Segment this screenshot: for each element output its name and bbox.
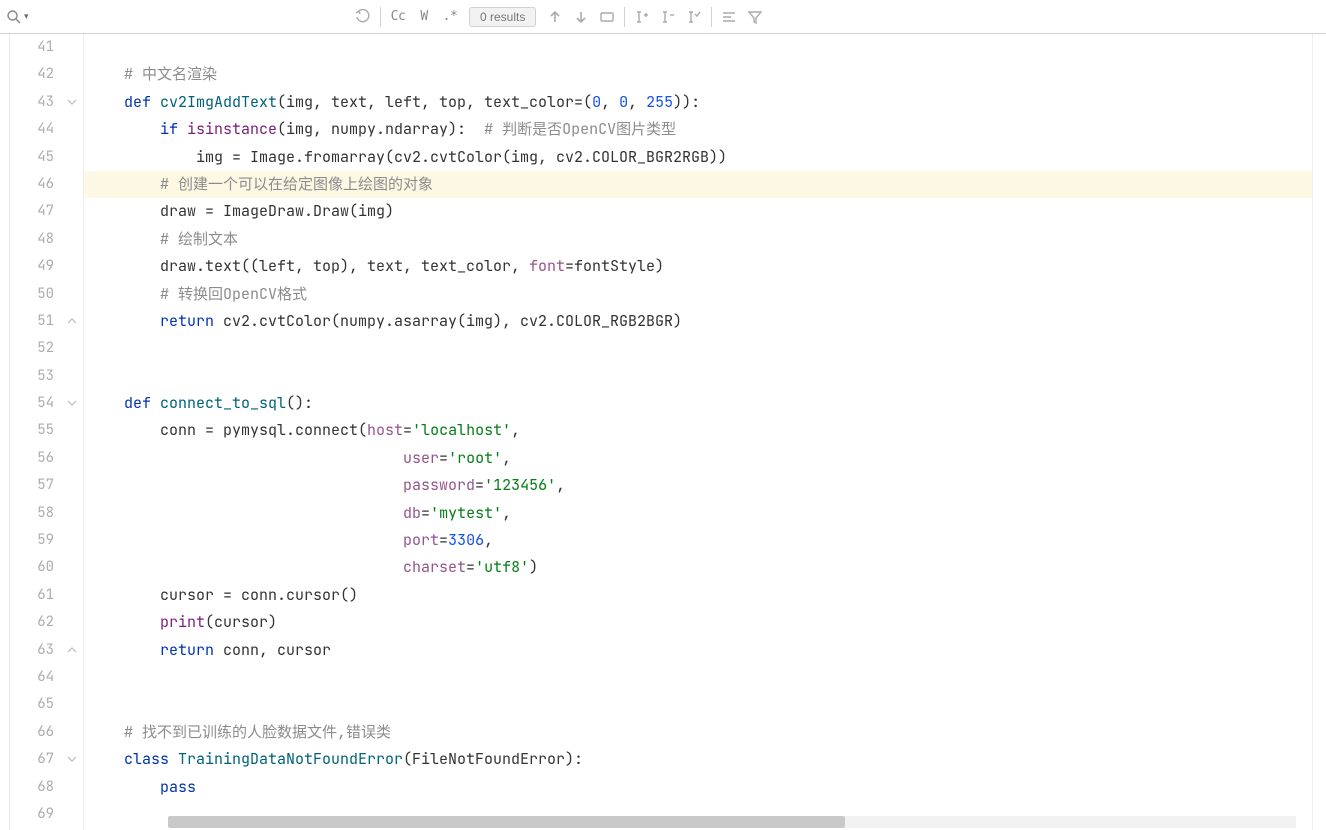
- code-line[interactable]: user='root',: [84, 445, 1312, 472]
- code-line[interactable]: # 创建一个可以在给定图像上绘图的对象: [84, 171, 1312, 198]
- find-toolbar: ▾ Cc W .* 0 results: [0, 0, 1326, 34]
- select-all-icon[interactable]: [594, 4, 620, 30]
- line-number: 45: [10, 144, 64, 171]
- prev-match-icon[interactable]: [542, 4, 568, 30]
- line-number: 41: [10, 34, 64, 61]
- previous-search-icon[interactable]: [350, 4, 376, 30]
- code-line[interactable]: charset='utf8'): [84, 554, 1312, 581]
- results-count: 0 results: [469, 7, 536, 27]
- line-number: 61: [10, 582, 64, 609]
- line-number: 56: [10, 445, 64, 472]
- line-number: 55: [10, 417, 64, 444]
- search-icon: [6, 9, 22, 25]
- line-number: 54: [10, 390, 64, 417]
- code-line[interactable]: # 中文名渲染: [84, 61, 1312, 88]
- line-number: 44: [10, 116, 64, 143]
- next-match-icon[interactable]: [568, 4, 594, 30]
- code-line[interactable]: class TrainingDataNotFoundError(FileNotF…: [84, 746, 1312, 773]
- fold-column[interactable]: [64, 34, 84, 830]
- line-number: 47: [10, 198, 64, 225]
- line-number: 58: [10, 500, 64, 527]
- code-line[interactable]: password='123456',: [84, 472, 1312, 499]
- line-number: 63: [10, 637, 64, 664]
- line-number: 65: [10, 691, 64, 718]
- code-area[interactable]: # 中文名渲染 def cv2ImgAddText(img, text, lef…: [84, 34, 1312, 830]
- code-line[interactable]: [84, 801, 1312, 828]
- code-line[interactable]: return cv2.cvtColor(numpy.asarray(img), …: [84, 308, 1312, 335]
- fold-close-icon[interactable]: [67, 316, 77, 329]
- code-line[interactable]: [84, 691, 1312, 718]
- code-line[interactable]: draw = ImageDraw.Draw(img): [84, 198, 1312, 225]
- line-number: 59: [10, 527, 64, 554]
- code-line[interactable]: [84, 335, 1312, 362]
- minimap-stripe[interactable]: [1312, 34, 1326, 830]
- fold-close-icon[interactable]: [67, 645, 77, 658]
- code-editor[interactable]: 4142434445464748495051525354555657585960…: [0, 34, 1326, 830]
- line-number: 66: [10, 719, 64, 746]
- line-number: 51: [10, 308, 64, 335]
- line-number: 49: [10, 253, 64, 280]
- separator: [624, 7, 625, 27]
- code-line[interactable]: port=3306,: [84, 527, 1312, 554]
- line-number: 67: [10, 746, 64, 773]
- separator: [711, 7, 712, 27]
- line-number: 68: [10, 774, 64, 801]
- remove-selection-icon[interactable]: [655, 4, 681, 30]
- code-line[interactable]: # 找不到已训练的人脸数据文件,错误类: [84, 719, 1312, 746]
- code-line[interactable]: def connect_to_sql():: [84, 390, 1312, 417]
- words-button[interactable]: W: [411, 4, 437, 30]
- code-line[interactable]: pass: [84, 774, 1312, 801]
- search-dropdown-caret[interactable]: ▾: [24, 11, 29, 22]
- fold-open-icon[interactable]: [67, 398, 77, 411]
- code-line[interactable]: [84, 34, 1312, 61]
- separator: [380, 7, 381, 27]
- code-line[interactable]: cursor = conn.cursor(): [84, 582, 1312, 609]
- code-line[interactable]: # 绘制文本: [84, 226, 1312, 253]
- line-number-gutter: 4142434445464748495051525354555657585960…: [10, 34, 64, 830]
- code-line[interactable]: # 转换回OpenCV格式: [84, 281, 1312, 308]
- line-number: 60: [10, 554, 64, 581]
- line-number: 42: [10, 61, 64, 88]
- code-line[interactable]: [84, 664, 1312, 691]
- code-line[interactable]: conn = pymysql.connect(host='localhost',: [84, 417, 1312, 444]
- match-case-button[interactable]: Cc: [385, 4, 411, 30]
- code-line[interactable]: if isinstance(img, numpy.ndarray): # 判断是…: [84, 116, 1312, 143]
- line-number: 48: [10, 226, 64, 253]
- code-line[interactable]: print(cursor): [84, 609, 1312, 636]
- select-all-occurrences-icon[interactable]: [681, 4, 707, 30]
- search-input-area[interactable]: ▾: [0, 0, 350, 33]
- line-number: 62: [10, 609, 64, 636]
- code-line[interactable]: draw.text((left, top), text, text_color,…: [84, 253, 1312, 280]
- fold-open-icon[interactable]: [67, 754, 77, 767]
- line-number: 50: [10, 281, 64, 308]
- left-margin: [0, 34, 10, 830]
- line-number: 64: [10, 664, 64, 691]
- code-line[interactable]: [84, 363, 1312, 390]
- fold-open-icon[interactable]: [67, 97, 77, 110]
- code-line[interactable]: db='mytest',: [84, 500, 1312, 527]
- show-filter-icon[interactable]: [716, 4, 742, 30]
- line-number: 46: [10, 171, 64, 198]
- regex-button[interactable]: .*: [437, 4, 463, 30]
- line-number: 69: [10, 801, 64, 828]
- line-number: 57: [10, 472, 64, 499]
- filter-icon[interactable]: [742, 4, 768, 30]
- add-selection-icon[interactable]: [629, 4, 655, 30]
- line-number: 43: [10, 89, 64, 116]
- line-number: 52: [10, 335, 64, 362]
- code-line[interactable]: def cv2ImgAddText(img, text, left, top, …: [84, 89, 1312, 116]
- code-line[interactable]: return conn, cursor: [84, 637, 1312, 664]
- code-line[interactable]: img = Image.fromarray(cv2.cvtColor(img, …: [84, 144, 1312, 171]
- line-number: 53: [10, 363, 64, 390]
